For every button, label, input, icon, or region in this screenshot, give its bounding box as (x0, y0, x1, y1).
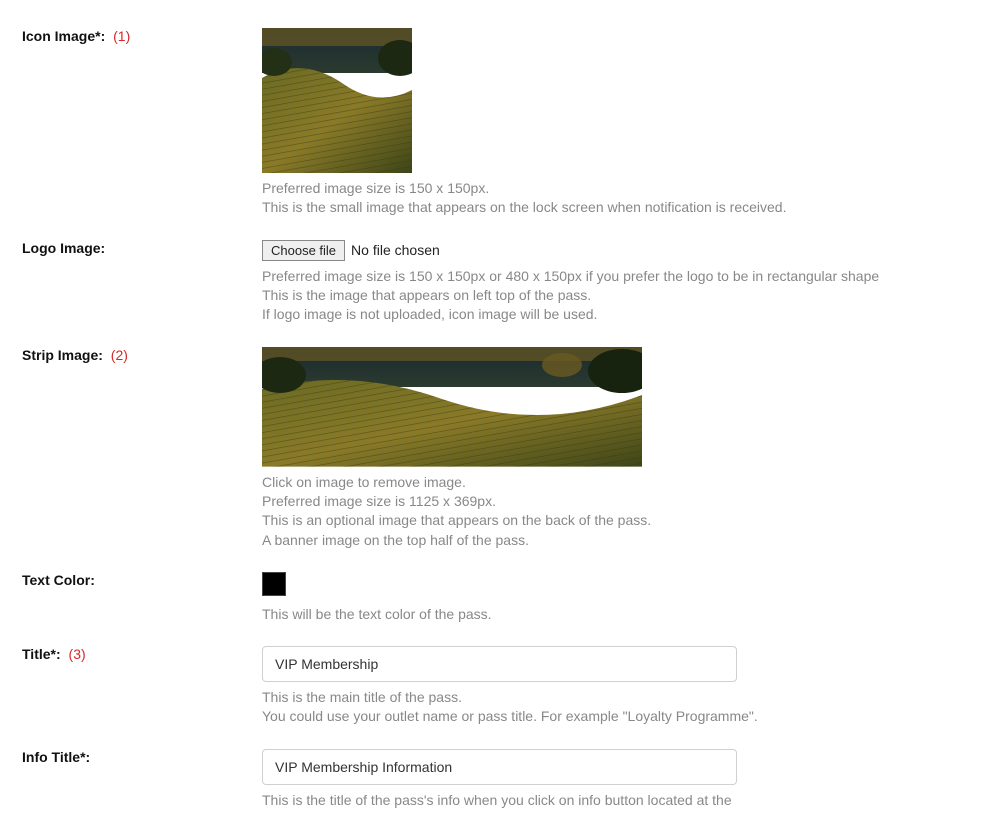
help-title: This is the main title of the pass. You … (262, 688, 968, 727)
title-input[interactable] (262, 646, 737, 682)
help-info-title: This is the title of the pass's info whe… (262, 791, 968, 810)
text-color-swatch[interactable] (262, 572, 286, 596)
label-icon-image: Icon Image*: (22, 28, 105, 44)
help-strip-image: Click on image to remove image. Preferre… (262, 473, 968, 550)
help-text-color: This will be the text color of the pass. (262, 605, 968, 624)
label-logo-image: Logo Image: (22, 240, 105, 256)
logo-image-file-input[interactable]: Choose file No file chosen (262, 240, 440, 261)
label-text-color: Text Color: (22, 572, 95, 588)
file-status-text: No file chosen (351, 242, 440, 258)
field-icon-image: Icon Image*: (1) Preferred image size is… (22, 28, 968, 218)
annot-title: (3) (69, 646, 86, 662)
field-strip-image: Strip Image: (2) Click on image to remov… (22, 347, 968, 550)
strip-image-thumbnail[interactable] (262, 347, 642, 467)
label-info-title: Info Title*: (22, 749, 90, 765)
annot-strip-image: (2) (111, 347, 128, 363)
field-logo-image: Logo Image: Choose file No file chosen P… (22, 240, 968, 325)
label-title: Title*: (22, 646, 61, 662)
field-text-color: Text Color: This will be the text color … (22, 572, 968, 624)
label-strip-image: Strip Image: (22, 347, 103, 363)
choose-file-button[interactable]: Choose file (262, 240, 345, 261)
help-logo-image: Preferred image size is 150 x 150px or 4… (262, 267, 968, 325)
info-title-input[interactable] (262, 749, 737, 785)
icon-image-thumbnail[interactable] (262, 28, 412, 173)
field-info-title: Info Title*: This is the title of the pa… (22, 749, 968, 810)
field-title: Title*: (3) This is the main title of th… (22, 646, 968, 727)
help-icon-image: Preferred image size is 150 x 150px. Thi… (262, 179, 968, 218)
annot-icon-image: (1) (113, 28, 130, 44)
